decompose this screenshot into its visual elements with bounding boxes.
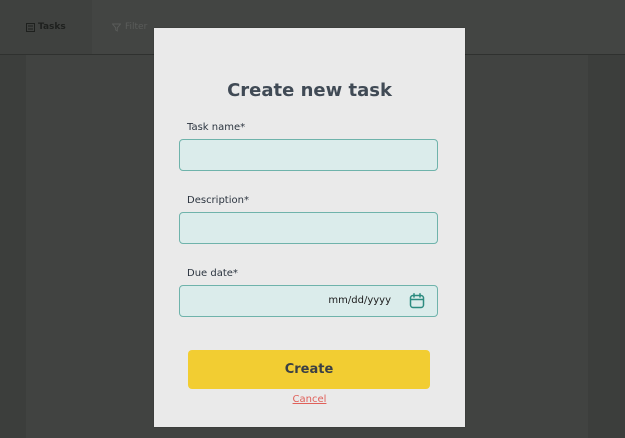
nav-filter-button[interactable]: Filter	[112, 0, 147, 54]
due-date-label: Due date*	[187, 268, 238, 279]
filter-icon	[112, 23, 121, 32]
nav-tab-tasks[interactable]: Tasks	[0, 0, 92, 54]
description-label: Description*	[187, 195, 249, 206]
create-button[interactable]: Create	[188, 350, 430, 389]
task-name-input[interactable]	[179, 139, 438, 171]
due-date-input[interactable]: mm/dd/yyyy	[179, 285, 438, 317]
modal-title: Create new task	[227, 80, 392, 101]
nav-filter-label: Filter	[125, 22, 148, 32]
due-date-placeholder: mm/dd/yyyy	[328, 295, 391, 306]
calendar-icon[interactable]	[409, 293, 425, 313]
description-input[interactable]	[179, 212, 438, 244]
create-task-modal: Create new task Task name* Description* …	[154, 28, 465, 427]
nav-tab-tasks-label: Tasks	[38, 22, 66, 32]
task-name-label: Task name*	[187, 122, 246, 133]
cancel-link[interactable]: Cancel	[154, 394, 465, 405]
list-icon	[26, 22, 35, 32]
